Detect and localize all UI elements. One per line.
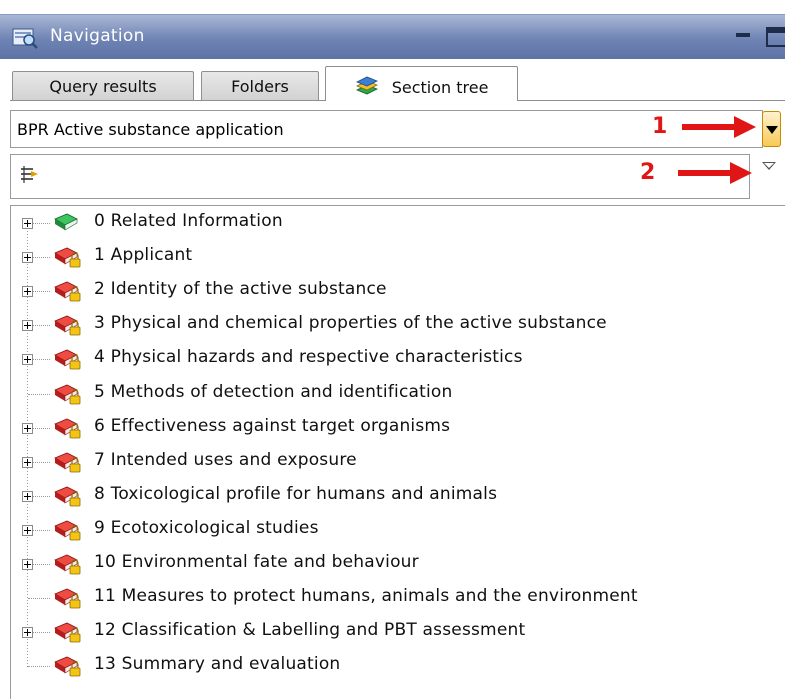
- tree-node[interactable]: 8 Toxicological profile for humans and a…: [11, 480, 771, 510]
- tab-label: Folders: [231, 77, 289, 96]
- maximize-icon[interactable]: [766, 27, 785, 47]
- section-tree-selector[interactable]: BPR Active substance application: [10, 110, 763, 148]
- red-book-lock-icon: [53, 346, 87, 376]
- red-book-lock-icon: [53, 415, 87, 445]
- red-book-lock-icon: [53, 312, 87, 342]
- tree-node[interactable]: 10 Environmental fate and behaviour: [11, 548, 771, 578]
- expand-icon[interactable]: [22, 286, 33, 298]
- tree-node[interactable]: 6 Effectiveness against target organisms: [11, 412, 771, 442]
- red-book-lock-icon: [53, 585, 87, 615]
- selector-value: BPR Active substance application: [17, 120, 284, 139]
- filter-icon: [19, 165, 41, 189]
- red-book-lock-icon: [53, 517, 87, 547]
- tab-label: Section tree: [391, 78, 489, 97]
- tree-node-label: 6 Effectiveness against target organisms: [94, 415, 451, 436]
- expand-icon[interactable]: [22, 320, 33, 332]
- tree-node-label: 13 Summary and evaluation: [94, 654, 341, 675]
- tree-node[interactable]: 2 Identity of the active substance: [11, 275, 771, 305]
- tree-node[interactable]: 4 Physical hazards and respective charac…: [11, 343, 771, 373]
- tree-node[interactable]: 5 Methods of detection and identificatio…: [11, 378, 771, 408]
- tree-node-label: 8 Toxicological profile for humans and a…: [94, 483, 498, 504]
- tab-section-tree[interactable]: Section tree: [325, 66, 518, 101]
- expand-icon[interactable]: [22, 490, 33, 502]
- tree-node-label: 10 Environmental fate and behaviour: [94, 552, 419, 572]
- expand-icon[interactable]: [22, 252, 33, 264]
- callout-number-1: 1: [652, 114, 668, 139]
- tree-node[interactable]: 3 Physical and chemical properties of th…: [11, 309, 771, 339]
- section-tree: 0 Related Information 1 Applicant 2 Identi…: [10, 205, 785, 699]
- tree-node[interactable]: 11 Measures to protect humans, animals a…: [11, 582, 771, 612]
- tree-node[interactable]: 7 Intended uses and exposure: [11, 446, 771, 476]
- callout-arrow-1: [682, 116, 756, 138]
- green-book-icon: [53, 210, 79, 236]
- tree-node-label: 1 Applicant: [94, 245, 193, 266]
- red-book-lock-icon: [53, 483, 87, 513]
- tree-node[interactable]: 9 Ecotoxicological studies: [11, 514, 771, 544]
- expand-icon[interactable]: [22, 559, 33, 570]
- tree-node-label: 11 Measures to protect humans, animals a…: [94, 586, 638, 607]
- tree-node[interactable]: 13 Summary and evaluation: [11, 650, 771, 680]
- callout-arrow-2: [678, 162, 752, 184]
- tree-node-label: 3 Physical and chemical properties of th…: [94, 313, 607, 334]
- tree-connector: [28, 666, 50, 668]
- tree-connector: [28, 393, 50, 395]
- filter-field[interactable]: [10, 154, 750, 199]
- tab-query-results[interactable]: Query results: [12, 71, 194, 100]
- red-book-lock-icon: [53, 619, 87, 649]
- section-tree-icon: [355, 76, 379, 100]
- tab-folders[interactable]: Folders: [201, 71, 319, 100]
- tree-node-label: 9 Ecotoxicological studies: [94, 517, 319, 538]
- expand-icon[interactable]: [22, 456, 33, 468]
- tree-connector: [28, 598, 50, 600]
- expand-icon[interactable]: [22, 524, 33, 536]
- minimize-icon[interactable]: [736, 33, 750, 37]
- view-title-bar: Navigation: [0, 14, 785, 59]
- callout-number-2: 2: [640, 160, 656, 185]
- tree-node-label: 7 Intended uses and exposure: [94, 449, 357, 470]
- expand-icon[interactable]: [22, 354, 33, 366]
- tree-node-label: 0 Related Information: [94, 211, 283, 231]
- selector-dropdown-button[interactable]: [762, 111, 781, 147]
- tab-label: Query results: [49, 77, 157, 96]
- tree-node-label: 12 Classification & Labelling and PBT as…: [94, 620, 526, 641]
- red-book-lock-icon: [53, 551, 87, 581]
- expand-icon[interactable]: [22, 627, 33, 639]
- red-book-lock-icon: [53, 653, 87, 683]
- tree-node[interactable]: 1 Applicant: [11, 241, 771, 271]
- tree-node-label: 2 Identity of the active substance: [94, 279, 387, 300]
- expand-icon[interactable]: [22, 218, 33, 229]
- tab-bar: Query results Folders Section tree: [10, 66, 785, 101]
- tree-node[interactable]: 12 Classification & Labelling and PBT as…: [11, 616, 771, 646]
- tree-node-label: 5 Methods of detection and identificatio…: [94, 381, 453, 402]
- chevron-down-icon: [766, 126, 778, 134]
- expand-icon[interactable]: [22, 422, 33, 434]
- red-book-lock-icon: [53, 449, 87, 479]
- tree-node-label: 4 Physical hazards and respective charac…: [94, 347, 523, 368]
- tree-node[interactable]: 0 Related Information: [11, 207, 771, 237]
- red-book-lock-icon: [53, 381, 87, 411]
- filter-menu-icon[interactable]: [762, 162, 776, 170]
- red-book-lock-icon: [53, 244, 87, 274]
- view-title: Navigation: [50, 26, 145, 46]
- red-book-lock-icon: [53, 278, 87, 308]
- navigation-icon: [12, 25, 40, 49]
